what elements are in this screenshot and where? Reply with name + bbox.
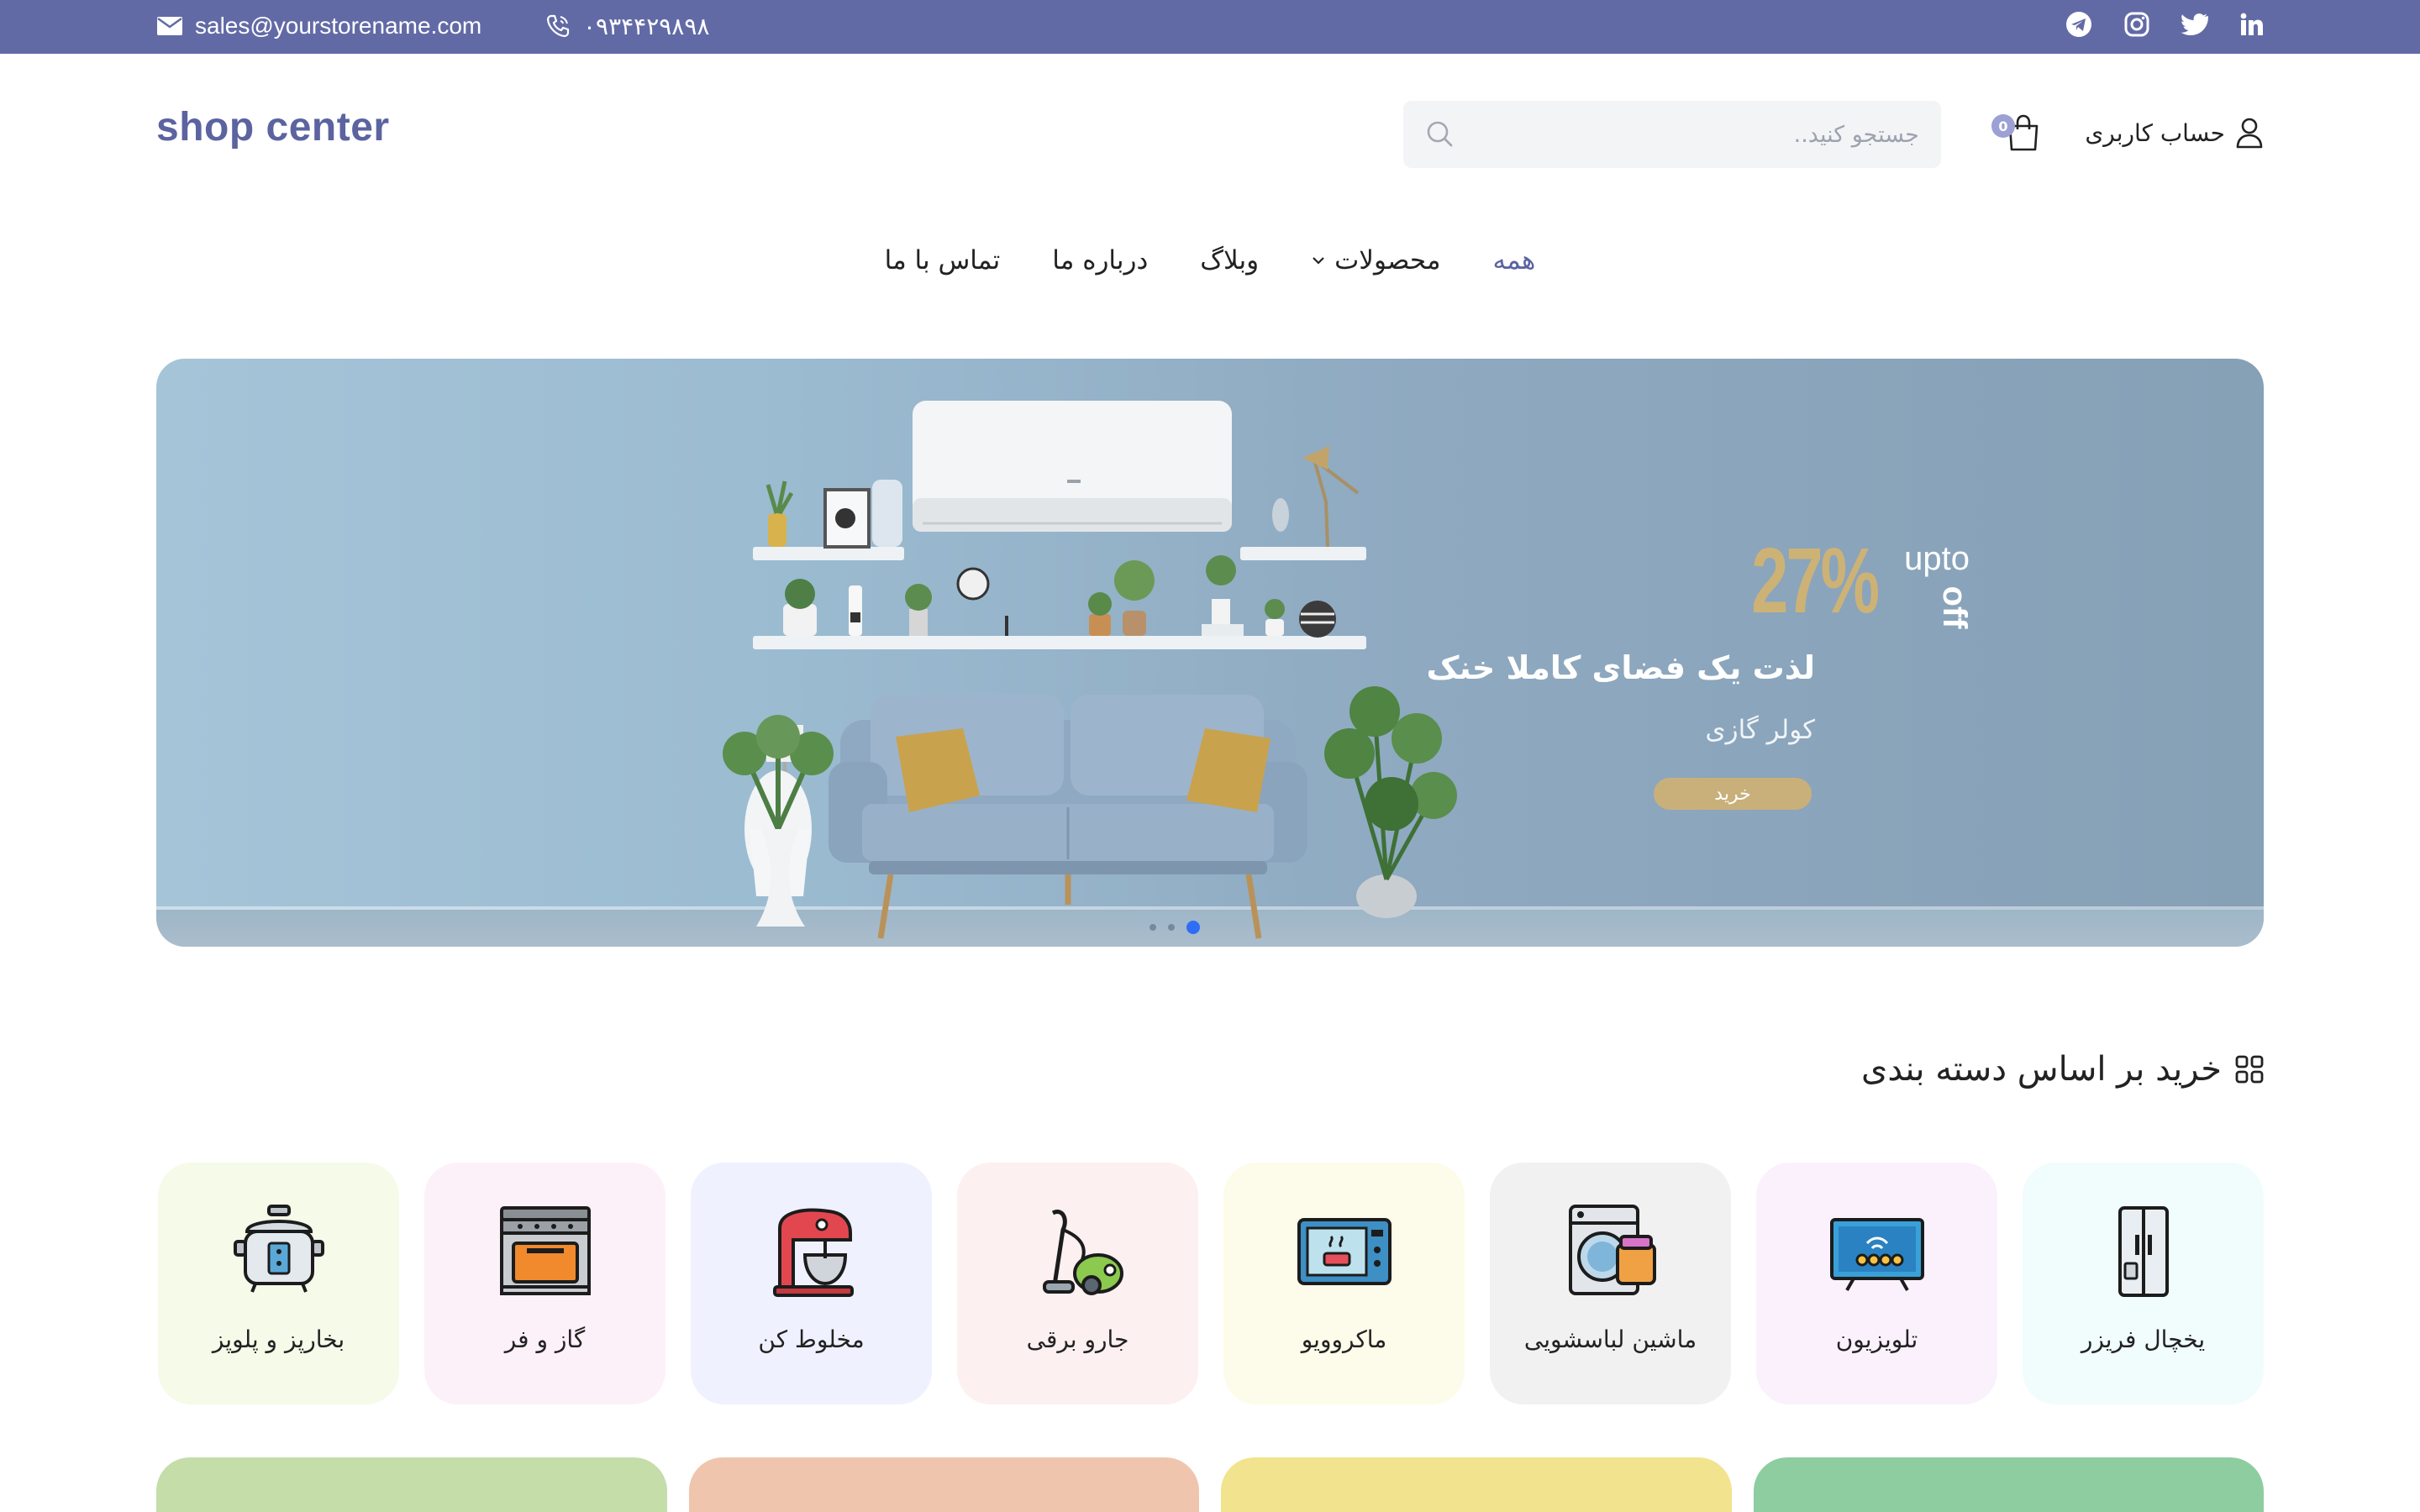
category-card-washing-machine[interactable]: ماشین لباسشویی: [1490, 1163, 1731, 1404]
promo-banner[interactable]: [1753, 1457, 2264, 1512]
category-card-mixer[interactable]: مخلوط کن: [691, 1163, 932, 1404]
washing-machine-icon: [1568, 1205, 1656, 1295]
promo-badge: 27% upto off: [1618, 535, 1973, 629]
contact-phone[interactable]: ۰۹۳۴۴۲۹۸۹۸: [544, 0, 709, 52]
mixer-icon: [772, 1208, 854, 1297]
categories-heading: خرید بر اساس دسته بندی: [1861, 1046, 2264, 1093]
top-bar: sales@yourstorename.com ۰۹۳۴۴۲۹۸۹۸: [0, 0, 2420, 54]
hero-subtitle: کولر گازی: [1705, 715, 1815, 745]
mail-icon: [157, 17, 182, 35]
nav-label: درباره ما: [1052, 245, 1149, 276]
slider-dot[interactable]: [1168, 924, 1175, 931]
section-title: خرید بر اساس دسته بندی: [1861, 1050, 2222, 1089]
search-icon[interactable]: [1423, 118, 1457, 151]
user-icon: [2236, 118, 2263, 149]
hero-buy-button[interactable]: خرید: [1654, 778, 1812, 810]
linkedin-icon[interactable]: [2240, 13, 2264, 36]
promo-percent: 27%: [1751, 529, 1880, 633]
chevron-down-icon: [1313, 257, 1324, 265]
nav-label: همه: [1492, 245, 1536, 276]
microwave-icon: [1297, 1218, 1392, 1285]
living-room-illustration: [723, 401, 1457, 939]
grid-icon: [2235, 1055, 2264, 1084]
search-box: [1403, 101, 1941, 168]
promo-banners: [156, 1457, 2264, 1512]
nav-label: محصولات: [1334, 245, 1441, 276]
social-links: [2065, 0, 2264, 49]
nav-item-products[interactable]: محصولات: [1311, 235, 1441, 286]
nav-label: تماس با ما: [884, 245, 1001, 276]
nav-item-about[interactable]: درباره ما: [1052, 235, 1148, 286]
category-list: یخچال فریزر تلویزیون ماشین لباسشویی ماکر…: [156, 1163, 2264, 1404]
tv-icon: [1829, 1218, 1924, 1291]
twitter-icon[interactable]: [2181, 13, 2208, 36]
category-label: جارو برقی: [1026, 1326, 1129, 1353]
nav-item-contact[interactable]: تماس با ما: [885, 235, 1001, 286]
promo-banner[interactable]: [1221, 1457, 1732, 1512]
hero-headline: لذت یک فضای کاملا خنک: [1426, 649, 1815, 686]
category-card-stove[interactable]: گاز و فر: [424, 1163, 666, 1404]
category-label: بخارپز و پلوپز: [212, 1326, 345, 1353]
nav-item-all[interactable]: همه: [1493, 235, 1536, 286]
promo-banner[interactable]: [688, 1457, 1199, 1512]
cart-button[interactable]: 0: [1991, 109, 2042, 156]
phone-text: ۰۹۳۴۴۲۹۸۹۸: [583, 12, 710, 40]
hero-slider[interactable]: 27% upto off لذت یک فضای کاملا خنک کولر …: [156, 359, 2264, 947]
slider-dot[interactable]: [1150, 924, 1156, 931]
instagram-icon[interactable]: [2124, 12, 2149, 37]
category-label: یخچال فریزر: [2081, 1326, 2206, 1353]
category-card-vacuum[interactable]: جارو برقی: [957, 1163, 1198, 1404]
fridge-icon: [2118, 1206, 2169, 1297]
category-card-tv[interactable]: تلویزیون: [1756, 1163, 1997, 1404]
account-link[interactable]: حساب کاربری: [2085, 109, 2264, 156]
telegram-icon[interactable]: [2065, 11, 2092, 38]
category-label: ماکروویو: [1301, 1326, 1387, 1353]
cart-count-badge: 0: [1991, 114, 2015, 138]
vacuum-cleaner-icon: [1042, 1210, 1123, 1295]
category-label: تلویزیون: [1835, 1326, 1918, 1353]
promo-banner[interactable]: [156, 1457, 667, 1512]
category-card-microwave[interactable]: ماکروویو: [1223, 1163, 1465, 1404]
category-card-rice-cooker[interactable]: بخارپز و پلوپز: [158, 1163, 399, 1404]
promo-off: off: [1936, 585, 1973, 629]
email-text: sales@yourstorename.com: [195, 13, 482, 39]
stove-icon: [499, 1206, 591, 1295]
category-card-fridge[interactable]: یخچال فریزر: [2023, 1163, 2264, 1404]
main-nav: همه محصولات وبلاگ درباره ما تماس با ما: [0, 235, 2420, 286]
nav-label: وبلاگ: [1200, 245, 1260, 276]
phone-icon: [546, 14, 570, 38]
nav-item-blog[interactable]: وبلاگ: [1200, 235, 1259, 286]
slider-dot-active[interactable]: [1186, 921, 1200, 934]
site-logo[interactable]: shop center: [156, 104, 390, 150]
contact-email[interactable]: sales@yourstorename.com: [156, 0, 481, 52]
promo-upto: upto: [1904, 540, 1970, 577]
search-input[interactable]: [1482, 101, 1919, 168]
slider-dots: [1150, 921, 1200, 934]
rice-cooker-icon: [233, 1205, 324, 1293]
account-label: حساب کاربری: [2085, 118, 2225, 147]
category-label: گاز و فر: [504, 1326, 586, 1353]
category-label: ماشین لباسشویی: [1523, 1326, 1697, 1353]
category-label: مخلوط کن: [758, 1326, 865, 1353]
